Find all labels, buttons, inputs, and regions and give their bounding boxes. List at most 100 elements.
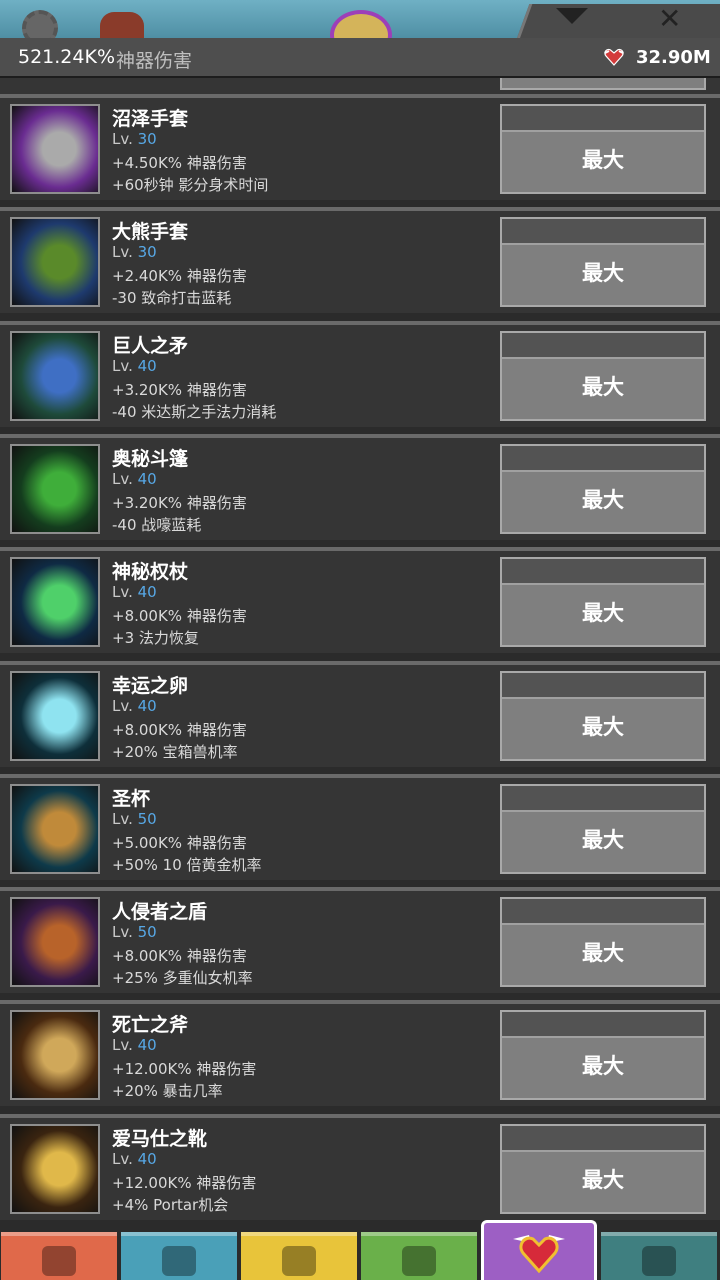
artifact-bonus-effect: +20% 宝箱兽机率 xyxy=(112,742,238,761)
level-progress-bar xyxy=(502,785,704,812)
panel-tab-frame xyxy=(517,4,720,38)
max-button-label: 最大 xyxy=(582,941,624,966)
level-label: Lv. xyxy=(112,809,133,828)
artifact-name: 人侵者之盾 xyxy=(112,901,208,924)
artifact-damage-effect: +2.40K% 神器伤害 xyxy=(112,267,247,286)
invader-shield-icon xyxy=(10,897,100,988)
max-button[interactable]: 最大 xyxy=(500,443,706,534)
max-button-label: 最大 xyxy=(582,1167,624,1192)
max-button-label: 最大 xyxy=(582,714,624,739)
collapse-arrow-icon[interactable] xyxy=(556,8,588,24)
artifact-damage-effect: +8.00K% 神器伤害 xyxy=(112,947,247,966)
top-game-scene xyxy=(0,0,720,38)
max-button-label: 最大 xyxy=(582,261,624,286)
artifact-name: 死亡之斧 xyxy=(112,1014,189,1037)
level-label: Lv. xyxy=(112,1036,133,1055)
artifact-row: 沼泽手套 Lv. 30 +4.50K% 神器伤害 +60秒钟 影分身术时间 最大 xyxy=(0,94,720,200)
artifact-bonus-effect: +3 法力恢复 xyxy=(112,629,199,648)
artifact-name: 奥秘斗篷 xyxy=(112,447,189,470)
artifact-name: 巨人之矛 xyxy=(112,334,189,357)
bear-glove-icon xyxy=(10,217,100,308)
level-progress-bar xyxy=(502,1125,704,1152)
artifact-name: 圣杯 xyxy=(112,787,151,810)
max-button[interactable]: 最大 xyxy=(500,1123,706,1214)
artifact-bonus-effect: +4% Portar机会 xyxy=(112,1195,229,1214)
max-button[interactable]: 最大 xyxy=(500,670,706,761)
max-button[interactable]: 最大 xyxy=(500,557,706,648)
level-progress-bar xyxy=(502,445,704,472)
mystic-staff-icon xyxy=(10,557,100,648)
nav-tab-pets[interactable] xyxy=(361,1232,477,1280)
death-axe-icon xyxy=(10,1010,100,1101)
artifact-name: 神秘权杖 xyxy=(112,561,189,584)
level-progress-bar xyxy=(502,1012,704,1039)
arcane-cloak-icon xyxy=(10,443,100,534)
nav-tab-sword[interactable] xyxy=(1,1232,117,1280)
level-value: 40 xyxy=(137,1036,157,1055)
artifact-bonus-effect: +50% 10 倍黄金机率 xyxy=(112,855,262,874)
artifact-damage-header: 521.24K% 神器伤害 32.90M xyxy=(0,38,720,78)
artifact-damage-effect: +3.20K% 神器伤害 xyxy=(112,493,247,512)
level-progress-bar xyxy=(502,672,704,699)
level-value: 40 xyxy=(137,469,157,488)
max-button-label: 最大 xyxy=(582,487,624,512)
artifact-row: 人侵者之盾 Lv. 50 +8.00K% 神器伤害 +25% 多重仙女机率 最大 xyxy=(0,887,720,994)
level-progress-bar xyxy=(502,219,704,246)
max-button[interactable]: 最大 xyxy=(500,104,706,194)
artifact-damage-label: 神器伤害 xyxy=(116,50,193,72)
level-label: Lv. xyxy=(112,130,133,148)
close-icon[interactable]: ✕ xyxy=(658,2,681,35)
artifact-level: Lv. 50 xyxy=(112,923,157,941)
viking-helmet-icon xyxy=(162,1246,196,1276)
settings-gear-icon[interactable] xyxy=(22,10,58,38)
artifact-level: Lv. 40 xyxy=(112,1150,157,1168)
max-button[interactable]: 最大 xyxy=(500,1010,706,1101)
max-button[interactable]: 最大 xyxy=(500,217,706,308)
relic-total: 32.90M xyxy=(636,47,711,68)
level-label: Lv. xyxy=(112,469,133,488)
max-button[interactable]: 最大 xyxy=(500,330,706,421)
artifact-list[interactable]: 沼泽手套 Lv. 30 +4.50K% 神器伤害 +60秒钟 影分身术时间 最大 大熊手套… xyxy=(0,78,720,1224)
level-label: Lv. xyxy=(112,583,133,602)
artifact-level: Lv. 40 xyxy=(112,697,157,715)
level-label: Lv. xyxy=(112,696,133,715)
max-button-label: 最大 xyxy=(582,601,624,626)
max-button[interactable]: 最大 xyxy=(500,897,706,988)
artifact-name: 幸运之卵 xyxy=(112,674,189,697)
max-button-label: 最大 xyxy=(582,374,624,399)
artifact-row: 大熊手套 Lv. 30 +2.40K% 神器伤害 -30 致命打击蓝耗 最大 xyxy=(0,207,720,314)
nav-tab-heroes[interactable] xyxy=(121,1232,237,1280)
giant-spear-icon xyxy=(10,330,100,421)
nav-tab-equipment[interactable] xyxy=(241,1232,357,1280)
nav-tab-shop[interactable] xyxy=(601,1232,717,1280)
chest-icon xyxy=(642,1246,676,1276)
relic-heart-icon xyxy=(604,48,624,66)
artifact-row: 爱马仕之靴 Lv. 40 +12.00K% 神器伤害 +4% Portar机会 最大 xyxy=(0,1113,720,1220)
artifact-bonus-effect: +20% 暴击几率 xyxy=(112,1082,223,1101)
swamp-gauntlet-icon xyxy=(10,104,100,194)
max-button-label: 最大 xyxy=(582,148,624,172)
nav-tab-artifacts[interactable] xyxy=(481,1220,597,1280)
artifact-level: Lv. 40 xyxy=(112,470,157,488)
artifact-row: 神秘权杖 Lv. 40 +8.00K% 神器伤害 +3 法力恢复 最大 xyxy=(0,547,720,654)
artifact-name: 大熊手套 xyxy=(112,221,189,244)
sword-icon xyxy=(42,1246,76,1276)
artifact-bonus-effect: -30 致命打击蓝耗 xyxy=(112,289,232,308)
level-value: 50 xyxy=(137,923,157,942)
artifact-damage-effect: +12.00K% 神器伤害 xyxy=(112,1060,257,1079)
artifact-row: 巨人之矛 Lv. 40 +3.20K% 神器伤害 -40 米达斯之手法力消耗 最大 xyxy=(0,320,720,427)
level-progress-bar xyxy=(502,899,704,926)
max-button[interactable]: 最大 xyxy=(500,783,706,874)
level-label: Lv. xyxy=(112,923,133,942)
level-value: 40 xyxy=(137,356,157,375)
level-label: Lv. xyxy=(112,243,133,262)
level-value: 30 xyxy=(137,130,157,148)
pet-icon xyxy=(402,1246,436,1276)
max-button-label: 最大 xyxy=(582,1054,624,1079)
artifact-row: 奥秘斗篷 Lv. 40 +3.20K% 神器伤害 -40 战嚎蓝耗 最大 xyxy=(0,433,720,540)
hermes-boots-icon xyxy=(10,1123,100,1214)
artifact-name: 沼泽手套 xyxy=(112,108,189,130)
bottom-nav xyxy=(0,1220,720,1280)
level-value: 40 xyxy=(137,696,157,715)
artifact-level: Lv. 30 xyxy=(112,243,157,261)
